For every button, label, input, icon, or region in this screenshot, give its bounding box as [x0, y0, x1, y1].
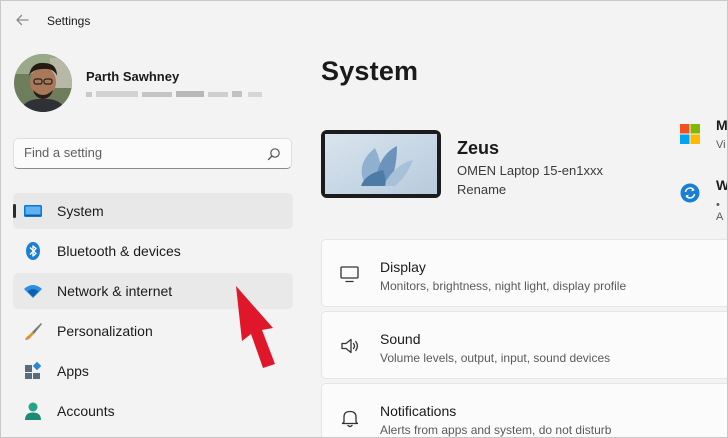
sidebar-item-label: Bluetooth & devices: [57, 243, 181, 259]
card-notifications[interactable]: Notifications Alerts from apps and syste…: [321, 383, 727, 437]
search-icon[interactable]: [267, 147, 281, 161]
card-description: Alerts from apps and system, do not dist…: [380, 423, 612, 437]
sidebar-item-bluetooth[interactable]: Bluetooth & devices: [13, 233, 293, 269]
sidebar-item-label: Personalization: [57, 323, 153, 339]
device-model: OMEN Laptop 15-en1xxx: [457, 163, 603, 178]
page-title: System: [321, 56, 419, 86]
sidebar-item-label: Apps: [57, 363, 89, 379]
bluetooth-icon: [26, 242, 40, 260]
app-title: Settings: [47, 14, 91, 28]
card-description: Volume levels, output, input, sound devi…: [380, 351, 611, 365]
person-icon: [25, 402, 41, 420]
monitor-icon: [340, 266, 359, 283]
card-title: Display: [380, 259, 426, 275]
microsoft-365-sub: Vi: [716, 139, 726, 151]
device-name: Zeus: [457, 138, 500, 158]
search-input[interactable]: [24, 145, 254, 160]
annotation-arrow: [236, 286, 275, 368]
user-email-blurred: [86, 91, 262, 97]
microsoft-365-label[interactable]: M: [716, 117, 727, 133]
sidebar-item-system[interactable]: System: [13, 193, 293, 229]
windows-update-icon[interactable]: [680, 183, 700, 203]
bell-icon: [341, 410, 359, 428]
wifi-icon: [24, 285, 42, 298]
active-indicator: [13, 204, 16, 218]
card-display[interactable]: Display Monitors, brightness, night ligh…: [321, 239, 727, 307]
user-name: Parth Sawhney: [86, 69, 180, 84]
sidebar-item-label: Accounts: [57, 403, 115, 419]
microsoft-365-icon: [680, 124, 700, 144]
device-thumbnail: [321, 130, 441, 198]
sidebar-item-label: System: [57, 203, 104, 219]
rename-link[interactable]: Rename: [457, 182, 506, 197]
card-sound[interactable]: Sound Volume levels, output, input, soun…: [321, 311, 727, 379]
sidebar-item-label: Network & internet: [57, 283, 173, 299]
search-box[interactable]: [13, 138, 292, 169]
sidebar-item-accounts[interactable]: Accounts: [13, 393, 293, 429]
apps-icon: [25, 361, 42, 379]
speaker-icon: [341, 338, 359, 354]
card-title: Sound: [380, 331, 421, 347]
system-display-icon: [24, 205, 42, 217]
paintbrush-icon: [25, 323, 42, 340]
settings-window: Settings Parth Sawhney Find a setting Sy…: [0, 0, 728, 438]
windows-update-sub: • A: [716, 199, 724, 223]
back-arrow-icon[interactable]: [13, 11, 31, 29]
avatar[interactable]: [14, 54, 72, 112]
card-description: Monitors, brightness, night light, displ…: [380, 279, 627, 293]
windows-update-label[interactable]: W: [716, 177, 727, 193]
card-title: Notifications: [380, 403, 457, 419]
